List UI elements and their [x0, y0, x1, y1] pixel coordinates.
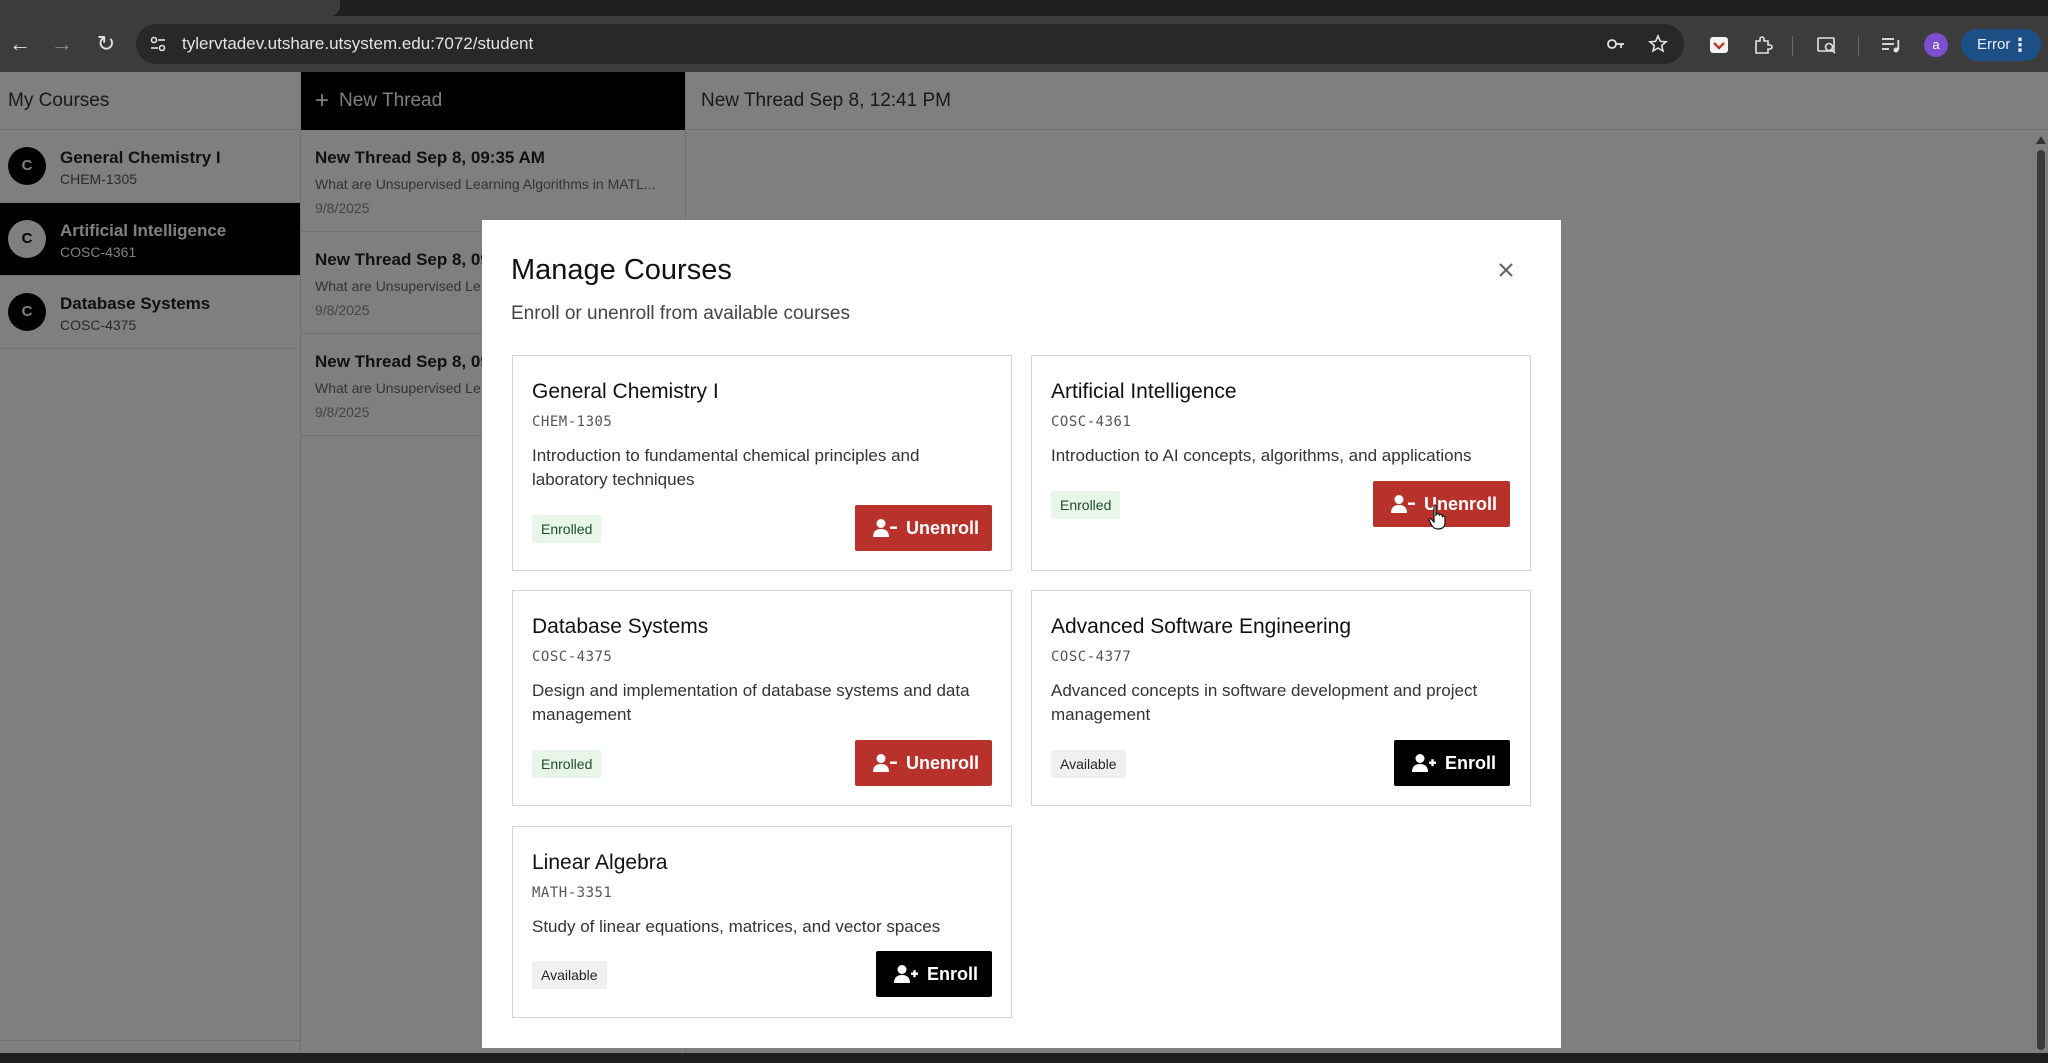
course-card: General Chemistry I CHEM-1305 Introducti…: [512, 355, 1012, 571]
modal-subtitle: Enroll or unenroll from available course…: [511, 303, 850, 324]
url-text[interactable]: tylervtadev.utshare.utsystem.edu:7072/st…: [182, 34, 533, 54]
card-course-description: Study of linear equations, matrices, and…: [532, 917, 941, 936]
reload-icon[interactable]: ↻: [92, 30, 120, 58]
browser-tab[interactable]: [0, 0, 340, 16]
card-course-description: Introduction to fundamental chemical pri…: [532, 446, 920, 489]
hand-pointer-cursor-icon: [1428, 504, 1446, 530]
button-label: Unenroll: [906, 518, 980, 538]
card-course-name: Database Systems: [532, 615, 709, 638]
card-course-code: CHEM-1305: [532, 414, 613, 430]
user-plus-icon: [894, 965, 918, 983]
error-label: Error: [1977, 36, 2011, 53]
status-badge: Enrolled: [532, 515, 602, 543]
user-minus-icon: [873, 754, 897, 772]
course-card: Linear Algebra MATH-3351 Study of linear…: [512, 826, 1012, 1018]
toolbar-separator: [1858, 36, 1859, 56]
card-course-description: Advanced concepts in software developmen…: [1051, 681, 1478, 724]
profile-avatar[interactable]: a: [1924, 33, 1948, 57]
bookmark-star-icon[interactable]: [1648, 34, 1668, 54]
user-minus-icon: [1391, 495, 1415, 513]
unenroll-button[interactable]: Unenroll: [855, 505, 992, 551]
enroll-button[interactable]: Enroll: [1394, 740, 1510, 786]
card-course-description: Introduction to AI concepts, algorithms,…: [1051, 446, 1472, 465]
button-label: Unenroll: [906, 753, 980, 773]
card-course-name: Linear Algebra: [532, 851, 668, 874]
course-card: Advanced Software Engineering COSC-4377 …: [1031, 590, 1531, 806]
status-badge: Available: [1051, 750, 1126, 778]
toolbar-separator: [1792, 36, 1793, 56]
browser-tab-strip: [0, 0, 2048, 16]
button-label: Enroll: [927, 964, 979, 984]
window-bottom-edge: [0, 1053, 2048, 1063]
card-course-code: MATH-3351: [532, 885, 613, 901]
button-label: Enroll: [1445, 753, 1497, 773]
site-info-icon[interactable]: [148, 34, 168, 54]
user-minus-icon: [873, 519, 897, 537]
unenroll-button[interactable]: Unenroll: [855, 740, 992, 786]
pocket-extension-icon[interactable]: [1708, 34, 1730, 56]
error-menu-button[interactable]: Error ⋮: [1961, 29, 2041, 61]
back-icon[interactable]: ←: [6, 30, 34, 58]
browser-toolbar: ← → ↻ tylervtadev.utshare.utsystem.edu:7…: [0, 16, 2048, 72]
card-course-code: COSC-4375: [532, 649, 613, 665]
address-bar[interactable]: tylervtadev.utshare.utsystem.edu:7072/st…: [136, 24, 1684, 64]
media-queue-icon[interactable]: [1880, 34, 1902, 56]
card-course-code: COSC-4377: [1051, 649, 1132, 665]
password-key-icon[interactable]: [1606, 34, 1626, 54]
close-icon[interactable]: [1494, 258, 1518, 282]
card-course-name: Artificial Intelligence: [1051, 380, 1237, 403]
more-vertical-icon: ⋮: [2011, 35, 2029, 55]
search-tab-icon[interactable]: [1816, 34, 1838, 56]
enroll-button[interactable]: Enroll: [876, 951, 992, 997]
manage-courses-modal: Manage Courses Enroll or unenroll from a…: [482, 220, 1561, 1048]
card-course-code: COSC-4361: [1051, 414, 1132, 430]
course-card: Artificial Intelligence COSC-4361 Introd…: [1031, 355, 1531, 571]
card-course-name: General Chemistry I: [532, 380, 719, 403]
extensions-puzzle-icon[interactable]: [1752, 34, 1774, 56]
card-course-description: Design and implementation of database sy…: [532, 681, 970, 724]
status-badge: Enrolled: [532, 750, 602, 778]
user-plus-icon: [1412, 754, 1436, 772]
status-badge: Enrolled: [1051, 491, 1121, 519]
modal-title: Manage Courses: [511, 254, 732, 286]
course-card: Database Systems COSC-4375 Design and im…: [512, 590, 1012, 806]
forward-icon[interactable]: →: [48, 30, 76, 58]
status-badge: Available: [532, 961, 607, 989]
card-course-name: Advanced Software Engineering: [1051, 615, 1352, 638]
